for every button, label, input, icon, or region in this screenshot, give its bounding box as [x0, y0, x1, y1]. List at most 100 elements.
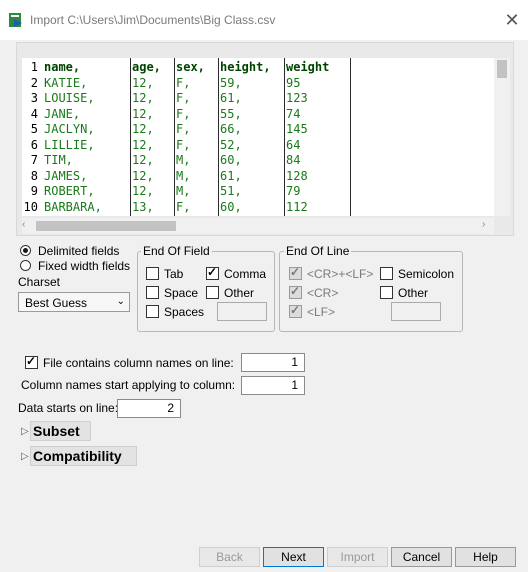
preview-cell: 112: [286, 199, 308, 214]
preview-cell: 128: [286, 168, 308, 183]
tab-label: Tab: [164, 267, 184, 281]
line-number: 2: [30, 75, 38, 90]
preview-cell: TIM,: [44, 153, 73, 167]
line-number: 9: [30, 184, 38, 198]
comma-checkbox[interactable]: [206, 265, 219, 280]
field-other-checkbox[interactable]: [206, 286, 219, 299]
preview-cell: 12,: [132, 106, 154, 121]
preview-cell: M,: [176, 184, 191, 198]
line-number: 6: [30, 137, 38, 152]
line-number: 7: [30, 153, 38, 167]
preview-cell: 52,: [220, 137, 242, 152]
preview-cell: 12,: [132, 184, 154, 198]
preview-cell: F,: [176, 91, 191, 105]
preview-cell: LILLIE,: [44, 137, 95, 152]
line-number: 1: [30, 60, 38, 74]
back-button[interactable]: Back: [199, 547, 260, 567]
field-other-input[interactable]: [217, 302, 267, 321]
column-start-label: Column names start applying to column:: [21, 378, 236, 392]
subset-section-button[interactable]: Subset: [30, 421, 91, 441]
next-button[interactable]: Next: [263, 547, 324, 567]
preview-row: 10 BARBARA, 13, F, 60, 112: [22, 200, 492, 216]
preview-grid[interactable]: 1 name, age, sex, height, weight 2 KATIE, 12, F, 5…: [22, 58, 494, 216]
preview-row: 5 JACLYN, 12, F, 66, 145: [22, 122, 492, 138]
column-start-input[interactable]: 1: [241, 376, 305, 395]
preview-cell: BARBARA,: [44, 199, 102, 214]
scroll-right-icon[interactable]: ›: [482, 219, 485, 230]
preview-cell: ROBERT,: [44, 184, 95, 198]
preview-cell: 61,: [220, 168, 242, 183]
preview-cell: JAMES,: [44, 168, 88, 183]
preview-cell: 13,: [132, 199, 154, 214]
preview-cell: 66,: [220, 122, 242, 136]
comma-label: Comma: [224, 267, 267, 281]
preview-cell: 12,: [132, 75, 154, 90]
preview-cell: 59,: [220, 75, 242, 90]
preview-cell: 12,: [132, 122, 154, 136]
compatibility-section-button[interactable]: Compatibility: [30, 446, 137, 466]
preview-cell: 61,: [220, 91, 242, 105]
preview-cell: KATIE,: [44, 75, 88, 90]
line-other-label: Other: [398, 286, 429, 300]
chevron-down-icon: ⌄: [116, 296, 125, 307]
close-icon[interactable]: ✕: [502, 10, 522, 30]
help-button[interactable]: Help: [455, 547, 516, 567]
preview-cell: 145: [286, 122, 308, 136]
tab-checkbox[interactable]: [146, 267, 159, 280]
preview-vertical-scroll-thumb[interactable]: [497, 60, 507, 78]
line-number: 4: [30, 106, 38, 121]
preview-row: 8 JAMES, 12, M, 61, 128: [22, 169, 492, 185]
end-of-field-title: End Of Field: [141, 244, 212, 258]
line-other-checkbox[interactable]: [380, 286, 393, 299]
fixed-width-fields-label: Fixed width fields: [38, 259, 131, 273]
charset-value: Best Guess: [25, 296, 88, 310]
column-names-checkbox[interactable]: [25, 354, 38, 369]
preview-cell: 74: [286, 106, 301, 121]
preview-cell: F,: [176, 75, 191, 90]
column-names-line-input[interactable]: 1: [241, 353, 305, 372]
preview-horizontal-scroll-thumb[interactable]: [36, 221, 176, 231]
semicolon-checkbox[interactable]: [380, 267, 393, 280]
line-number: 8: [30, 168, 38, 183]
lf-checkbox[interactable]: [289, 303, 302, 318]
subset-expand-icon[interactable]: ▷: [21, 426, 29, 437]
preview-header-cell: height,: [220, 60, 271, 74]
crlf-checkbox[interactable]: [289, 265, 302, 280]
preview-cell: 64: [286, 137, 301, 152]
cancel-button[interactable]: Cancel: [391, 547, 452, 567]
line-other-input[interactable]: [391, 302, 441, 321]
line-number: 5: [30, 122, 38, 136]
delimited-fields-radio[interactable]: [20, 245, 31, 256]
preview-cell: JACLYN,: [44, 122, 95, 136]
preview-row: 7 TIM, 12, M, 60, 84: [22, 153, 492, 169]
preview-row: 2 KATIE, 12, F, 59, 95: [22, 76, 492, 92]
cr-label: <CR>: [307, 286, 339, 300]
preview-vertical-scrollbar[interactable]: [494, 58, 510, 216]
preview-cell: JANE,: [44, 106, 81, 121]
cr-checkbox[interactable]: [289, 284, 302, 299]
preview-cell: M,: [176, 168, 191, 183]
preview-cell: 60,: [220, 153, 242, 167]
delimited-fields-label: Delimited fields: [38, 244, 120, 258]
import-button[interactable]: Import: [327, 547, 388, 567]
preview-cell: 12,: [132, 153, 154, 167]
data-start-label: Data starts on line:: [18, 401, 119, 415]
preview-cell: F,: [176, 137, 191, 152]
fixed-width-fields-radio[interactable]: [20, 260, 31, 271]
scroll-left-icon[interactable]: ‹: [22, 219, 25, 230]
preview-header-cell: name,: [44, 60, 81, 74]
preview-row: 9 ROBERT, 12, M, 51, 79: [22, 184, 492, 200]
lf-label: <LF>: [307, 305, 336, 319]
charset-select[interactable]: Best Guess ⌄: [18, 292, 130, 312]
import-icon: [9, 13, 22, 27]
preview-cell: 60,: [220, 199, 242, 214]
preview-cell: 79: [286, 184, 301, 198]
window-title: Import C:\Users\Jim\Documents\Big Class.…: [30, 13, 276, 27]
data-start-input[interactable]: 2: [117, 399, 181, 418]
compatibility-expand-icon[interactable]: ▷: [21, 451, 29, 462]
semicolon-label: Semicolon: [398, 267, 455, 281]
charset-label: Charset: [18, 275, 61, 289]
space-checkbox[interactable]: [146, 286, 159, 299]
preview-row: 1 name, age, sex, height, weight: [22, 60, 492, 76]
spaces-checkbox[interactable]: [146, 305, 159, 318]
